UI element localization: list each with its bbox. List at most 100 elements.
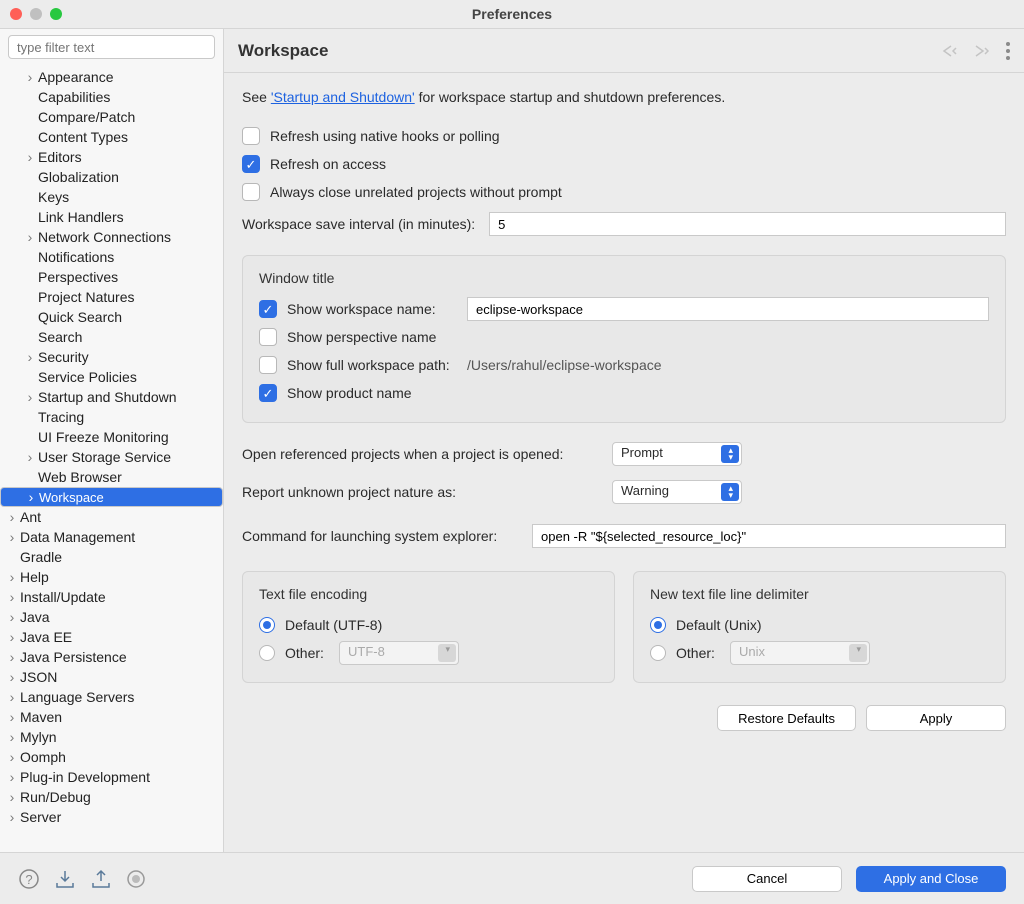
forward-icon[interactable] <box>974 44 996 58</box>
tree-node[interactable]: ›Mylyn <box>0 727 223 747</box>
expand-arrow-icon[interactable]: › <box>4 512 20 522</box>
expand-arrow-icon: › <box>22 92 38 102</box>
tree-node[interactable]: ›Java EE <box>0 627 223 647</box>
tree-node[interactable]: ›Tracing <box>0 407 223 427</box>
tree-node[interactable]: ›Plug-in Development <box>0 767 223 787</box>
tree-node[interactable]: ›Service Policies <box>0 367 223 387</box>
view-menu-icon[interactable] <box>1006 42 1010 60</box>
tree-node[interactable]: ›Workspace <box>0 487 223 507</box>
ws-name-input[interactable] <box>467 297 989 321</box>
restore-defaults-button[interactable]: Restore Defaults <box>717 705 856 731</box>
startup-shutdown-link[interactable]: 'Startup and Shutdown' <box>271 89 415 105</box>
oomph-icon[interactable] <box>126 869 146 889</box>
show-perspective-checkbox[interactable] <box>259 328 277 346</box>
export-icon[interactable] <box>90 868 112 890</box>
tree-node[interactable]: ›Help <box>0 567 223 587</box>
show-full-path-checkbox[interactable] <box>259 356 277 374</box>
tree-node[interactable]: ›Startup and Shutdown <box>0 387 223 407</box>
tree-node-label: JSON <box>20 669 57 685</box>
tree-node[interactable]: ›Language Servers <box>0 687 223 707</box>
tree-node-label: Perspectives <box>38 269 118 285</box>
expand-arrow-icon[interactable]: › <box>4 752 20 762</box>
tree-node[interactable]: ›Keys <box>0 187 223 207</box>
expand-arrow-icon[interactable]: › <box>4 592 20 602</box>
tree-node[interactable]: ›Link Handlers <box>0 207 223 227</box>
tree-node[interactable]: ›Run/Debug <box>0 787 223 807</box>
expand-arrow-icon[interactable]: › <box>23 492 39 502</box>
expand-arrow-icon: › <box>22 432 38 442</box>
help-icon[interactable]: ? <box>18 868 40 890</box>
explorer-cmd-input[interactable] <box>532 524 1006 548</box>
explorer-cmd-label: Command for launching system explorer: <box>242 528 532 544</box>
expand-arrow-icon[interactable]: › <box>4 572 20 582</box>
delimiter-other-radio[interactable] <box>650 645 666 661</box>
expand-arrow-icon[interactable]: › <box>4 652 20 662</box>
tree-node[interactable]: ›Web Browser <box>0 467 223 487</box>
tree-node[interactable]: ›Ant <box>0 507 223 527</box>
tree-node[interactable]: ›Editors <box>0 147 223 167</box>
apply-and-close-button[interactable]: Apply and Close <box>856 866 1006 892</box>
expand-arrow-icon[interactable]: › <box>22 352 38 362</box>
tree-node-label: Java <box>20 609 50 625</box>
tree-node[interactable]: ›Gradle <box>0 547 223 567</box>
tree-node[interactable]: ›Server <box>0 807 223 827</box>
show-ws-name-checkbox[interactable] <box>259 300 277 318</box>
expand-arrow-icon[interactable]: › <box>4 772 20 782</box>
expand-arrow-icon[interactable]: › <box>22 392 38 402</box>
expand-arrow-icon[interactable]: › <box>4 732 20 742</box>
encoding-default-radio[interactable] <box>259 617 275 633</box>
expand-arrow-icon[interactable]: › <box>4 672 20 682</box>
tree-node[interactable]: ›UI Freeze Monitoring <box>0 427 223 447</box>
close-unrelated-checkbox[interactable] <box>242 183 260 201</box>
save-interval-input[interactable] <box>489 212 1006 236</box>
tree-node[interactable]: ›Oomph <box>0 747 223 767</box>
tree-node[interactable]: ›User Storage Service <box>0 447 223 467</box>
import-icon[interactable] <box>54 868 76 890</box>
cancel-button[interactable]: Cancel <box>692 866 842 892</box>
expand-arrow-icon[interactable]: › <box>4 612 20 622</box>
encoding-other-radio[interactable] <box>259 645 275 661</box>
expand-arrow-icon[interactable]: › <box>22 152 38 162</box>
expand-arrow-icon[interactable]: › <box>22 72 38 82</box>
expand-arrow-icon[interactable]: › <box>22 452 38 462</box>
tree-node[interactable]: ›JSON <box>0 667 223 687</box>
tree-node[interactable]: ›Globalization <box>0 167 223 187</box>
tree-node[interactable]: ›Search <box>0 327 223 347</box>
expand-arrow-icon[interactable]: › <box>4 792 20 802</box>
footer-icons: ? <box>18 868 146 890</box>
tree-node[interactable]: ›Content Types <box>0 127 223 147</box>
expand-arrow-icon[interactable]: › <box>4 632 20 642</box>
tree-node[interactable]: ›Appearance <box>0 67 223 87</box>
expand-arrow-icon[interactable]: › <box>4 712 20 722</box>
tree-node[interactable]: ›Notifications <box>0 247 223 267</box>
tree-node[interactable]: ›Install/Update <box>0 587 223 607</box>
apply-button[interactable]: Apply <box>866 705 1006 731</box>
expand-arrow-icon[interactable]: › <box>4 692 20 702</box>
tree-node[interactable]: ›Compare/Patch <box>0 107 223 127</box>
tree-node[interactable]: ›Maven <box>0 707 223 727</box>
open-referenced-select[interactable]: Prompt▴▾ <box>612 442 742 466</box>
unknown-nature-select[interactable]: Warning▴▾ <box>612 480 742 504</box>
filter-input[interactable] <box>8 35 215 59</box>
expand-arrow-icon[interactable]: › <box>22 232 38 242</box>
expand-arrow-icon: › <box>22 112 38 122</box>
refresh-native-checkbox[interactable] <box>242 127 260 145</box>
tree-node[interactable]: ›Project Natures <box>0 287 223 307</box>
tree-node[interactable]: ›Java <box>0 607 223 627</box>
show-product-checkbox[interactable] <box>259 384 277 402</box>
tree-node[interactable]: ›Network Connections <box>0 227 223 247</box>
tree-node[interactable]: ›Capabilities <box>0 87 223 107</box>
tree-node[interactable]: ›Perspectives <box>0 267 223 287</box>
tree-node-label: Content Types <box>38 129 128 145</box>
delimiter-other-label: Other: <box>676 645 730 661</box>
tree-node[interactable]: ›Data Management <box>0 527 223 547</box>
expand-arrow-icon[interactable]: › <box>4 812 20 822</box>
tree-node[interactable]: ›Java Persistence <box>0 647 223 667</box>
refresh-access-checkbox[interactable] <box>242 155 260 173</box>
tree-node[interactable]: ›Quick Search <box>0 307 223 327</box>
preferences-tree[interactable]: ›Appearance›Capabilities›Compare/Patch›C… <box>0 65 223 852</box>
delimiter-default-radio[interactable] <box>650 617 666 633</box>
expand-arrow-icon[interactable]: › <box>4 532 20 542</box>
back-icon[interactable] <box>942 44 964 58</box>
tree-node[interactable]: ›Security <box>0 347 223 367</box>
